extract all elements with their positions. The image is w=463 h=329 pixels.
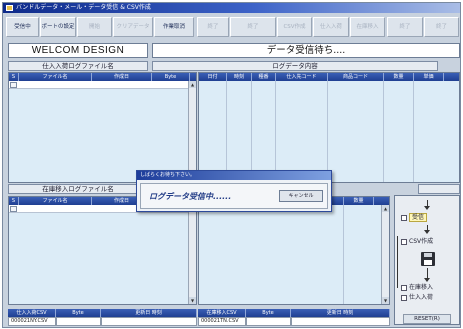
- exit-button-2[interactable]: 終了: [230, 17, 276, 37]
- reset-button[interactable]: RESET(R): [403, 314, 451, 324]
- col-price: 単価: [414, 73, 444, 81]
- list-item[interactable]: [9, 81, 188, 89]
- checkbox-icon: [401, 284, 407, 291]
- col-created: 作成日: [92, 73, 152, 81]
- status-banner: データ受信待ち....: [152, 43, 460, 58]
- purchase-byte-label: Byte: [56, 309, 101, 317]
- scroll-down-icon[interactable]: ▼: [189, 297, 196, 304]
- checkbox-icon: [401, 238, 407, 245]
- stock-byte-label: Byte: [246, 309, 291, 317]
- col-qty: 数量: [344, 197, 374, 205]
- scrollbar[interactable]: ▲ ▼: [188, 205, 196, 304]
- row-checkbox[interactable]: [10, 82, 17, 88]
- dialog-cancel-button[interactable]: キャンセル: [279, 190, 323, 202]
- dialog-body: ログデータ受信中...... キャンセル: [140, 183, 328, 209]
- checkbox-icon: [401, 294, 407, 301]
- purchase-csv-value: 000021NY.CSV: [8, 317, 56, 326]
- log-data-header: ログデータ内容: [152, 61, 438, 71]
- col-filename: ファイル名: [19, 73, 92, 81]
- stock-data-table[interactable]: 数量 ▲ ▼: [198, 196, 390, 305]
- purchase-csv-label: 仕入入荷CSV: [8, 309, 56, 317]
- stock-updated-label: 更新日 時刻: [291, 309, 390, 317]
- col-s: S: [9, 197, 19, 205]
- purchase-byte-value: [56, 317, 101, 326]
- col-qty: 数量: [384, 73, 414, 81]
- receiving-button[interactable]: 受信中: [6, 17, 39, 37]
- window-title: バンドルデータ・メール・データ受信 & CSV作成: [16, 4, 151, 11]
- floppy-disk-icon: [421, 252, 435, 266]
- process-flow-panel: 受信 CSV作成 在庫移入 仕入入荷 RESET(R): [394, 195, 460, 325]
- flow-header-spacer: [418, 184, 460, 194]
- col-product-code: 商品コード: [328, 73, 384, 81]
- title-bar[interactable]: バンドルデータ・メール・データ受信 & CSV作成: [3, 3, 460, 13]
- purchase-log-list[interactable]: S ファイル名 作成日 Byte ▲ ▼: [8, 72, 197, 183]
- stock-log-header: 在庫移入ログファイル名: [8, 184, 148, 194]
- stock-byte-value: [246, 317, 291, 326]
- arrow-down-icon: [424, 206, 430, 210]
- flow-purchase-in: 仕入入荷: [401, 294, 433, 303]
- exit-button-4[interactable]: 終了: [424, 17, 459, 37]
- app-icon: [6, 5, 13, 11]
- flow-stock-in: 在庫移入: [401, 284, 433, 293]
- purchase-in-button[interactable]: 仕入入荷: [313, 17, 349, 37]
- receiving-dialog: しばらくお待ち下さい。 ログデータ受信中...... キャンセル: [136, 170, 332, 212]
- arrow-down-icon: [424, 278, 430, 282]
- port-settings-button[interactable]: ポートの設定: [40, 17, 76, 37]
- flow-receive: 受信: [401, 213, 428, 223]
- exit-button-3[interactable]: 終了: [387, 17, 423, 37]
- flow-csv: CSV作成: [401, 238, 433, 247]
- exit-button-1[interactable]: 終了: [197, 17, 229, 37]
- row-checkbox[interactable]: [10, 206, 17, 212]
- stock-log-list[interactable]: S ファイル名 作成日 ▲ ▼: [8, 196, 197, 305]
- scroll-up-icon[interactable]: ▲: [189, 81, 196, 88]
- dialog-message: ログデータ受信中......: [149, 192, 232, 201]
- stock-transfer-button[interactable]: 在庫移入: [350, 17, 385, 37]
- scroll-down-icon[interactable]: ▼: [382, 297, 389, 304]
- log-data-columns: 日付 時刻 種番 仕入先コード 商品コード 数量 単価: [199, 73, 459, 81]
- log-data-table[interactable]: 日付 時刻 種番 仕入先コード 商品コード 数量 単価: [198, 72, 460, 183]
- scrollbar[interactable]: ▲ ▼: [188, 81, 196, 182]
- checkbox-icon: [401, 214, 407, 221]
- purchase-updated-value: [101, 317, 197, 326]
- col-filename: ファイル名: [19, 197, 92, 205]
- col-s: S: [9, 73, 19, 81]
- purchase-log-header: 仕入入荷ログファイル名: [8, 61, 148, 71]
- cancel-work-button[interactable]: 作業取消: [154, 17, 194, 37]
- stock-csv-label: 在庫移入CSV: [198, 309, 246, 317]
- purchase-updated-label: 更新日 時刻: [101, 309, 197, 317]
- col-supplier-code: 仕入先コード: [276, 73, 328, 81]
- start-button[interactable]: 開始: [77, 17, 112, 37]
- csv-create-button[interactable]: CSV作成: [277, 17, 312, 37]
- col-date: 日付: [199, 73, 227, 81]
- purchase-log-columns: S ファイル名 作成日 Byte: [9, 73, 196, 81]
- col-byte: Byte: [152, 73, 190, 81]
- stock-csv-value: 000021TN.CSV: [198, 317, 246, 326]
- arrow-down-icon: [424, 230, 430, 234]
- scroll-up-icon[interactable]: ▲: [382, 205, 389, 212]
- toolbar: 受信中 ポートの設定 開始 クリアデータ 作業取消 終了 終了 CSV作成 仕入…: [6, 17, 459, 37]
- company-banner: WELCOM DESIGN: [8, 43, 148, 58]
- stock-updated-value: [291, 317, 390, 326]
- col-time: 時刻: [227, 73, 252, 81]
- app-window: バンドルデータ・メール・データ受信 & CSV作成 受信中 ポートの設定 開始 …: [2, 2, 461, 328]
- dialog-title: しばらくお待ち下さい。: [137, 171, 331, 180]
- scrollbar[interactable]: ▲ ▼: [381, 205, 389, 304]
- col-kind: 種番: [252, 73, 276, 81]
- clear-data-button[interactable]: クリアデータ: [113, 17, 153, 37]
